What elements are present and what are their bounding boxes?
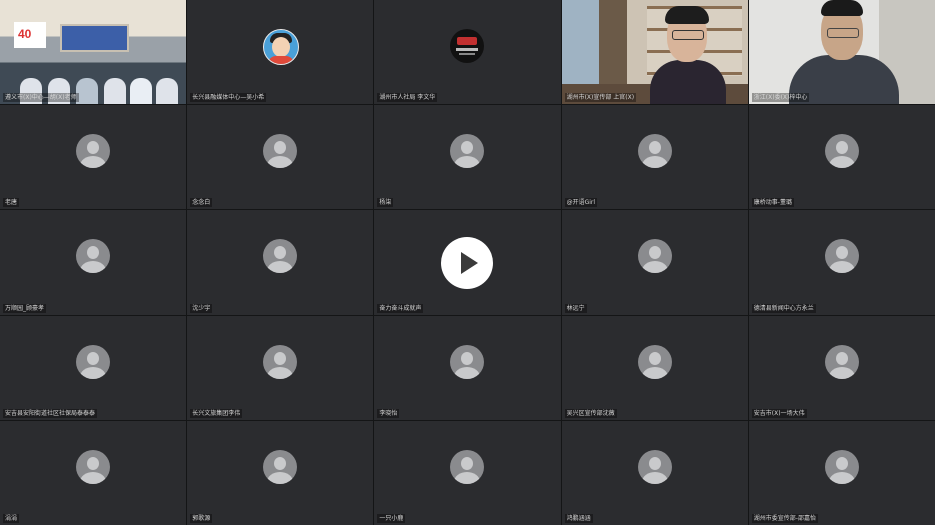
play-icon: [461, 252, 478, 274]
participant-tile[interactable]: 涓涓: [0, 420, 187, 525]
participant-name: 吴兴区宣传部沈薇: [564, 408, 617, 418]
participant-tile[interactable]: 李晓怡: [374, 315, 561, 420]
participant-video: [561, 0, 748, 105]
participant-name: 鸿鹏涵涵: [564, 513, 593, 523]
participant-name: 浙江(X)委(X)梓中心: [751, 93, 810, 103]
participant-tile[interactable]: 老唐: [0, 105, 187, 210]
participant-video: [748, 0, 935, 105]
user-placeholder-icon: [76, 134, 111, 169]
participant-name: 康桥动事-董璐: [751, 198, 794, 208]
user-placeholder-icon: [263, 239, 298, 274]
participant-tile[interactable]: 德清县新闻中心方永兰: [748, 210, 935, 315]
avatar: [263, 29, 300, 66]
participant-name: @开语Girl: [564, 198, 598, 208]
participant-name: 遵义市(X)中心—胡(X)老师: [3, 93, 79, 103]
participant-tile[interactable]: 安吉县安阳街道社区社保局泰泰泰: [0, 315, 187, 420]
participant-name: 沈少宇: [190, 303, 213, 313]
participant-name: 德清县新闻中心方永兰: [751, 303, 816, 313]
participant-name: 湖州市人社局 李文华: [377, 93, 438, 103]
participant-name: 湖州市(X)宣传部 上官(X): [564, 93, 637, 103]
participant-tile[interactable]: 安吉市(X)一场大伟: [748, 315, 935, 420]
participant-name: 一只小鹿: [377, 513, 406, 523]
user-placeholder-icon: [824, 344, 859, 379]
play-button[interactable]: [441, 237, 493, 289]
avatar: [450, 29, 485, 64]
user-placeholder-icon: [824, 239, 859, 274]
participant-tile[interactable]: @开语Girl: [561, 105, 748, 210]
participant-name: 林远宁: [564, 303, 587, 313]
participant-tile[interactable]: 湖州市人社局 李文华: [374, 0, 561, 105]
participant-tile[interactable]: 长兴县融媒体中心—吴小希: [187, 0, 374, 105]
participant-tile[interactable]: 林远宁: [561, 210, 748, 315]
user-placeholder-icon: [450, 344, 485, 379]
participant-name: 老唐: [3, 198, 20, 208]
user-placeholder-icon: [637, 134, 672, 169]
participant-tile[interactable]: 40 遵义市(X)中心—胡(X)老师: [0, 0, 187, 105]
participant-name: 长兴文旅集团李伟: [190, 408, 243, 418]
participant-name: 湖州市委宣传部-邵嘉怡: [751, 513, 818, 523]
participant-name: 万顺园_顾豪孝: [3, 303, 47, 313]
user-placeholder-icon: [637, 239, 672, 274]
user-placeholder-icon: [637, 344, 672, 379]
participant-name: 涓涓: [3, 513, 20, 523]
user-placeholder-icon: [450, 134, 485, 169]
participant-tile[interactable]: 湖州市(X)宣传部 上官(X): [561, 0, 748, 105]
participant-tile[interactable]: 湖州市委宣传部-邵嘉怡: [748, 420, 935, 525]
user-placeholder-icon: [263, 134, 298, 169]
participant-tile[interactable]: 长兴文旅集团李伟: [187, 315, 374, 420]
user-placeholder-icon: [263, 449, 298, 484]
user-placeholder-icon: [824, 449, 859, 484]
participant-name: 奋力奋斗成就声: [377, 303, 424, 313]
participant-name: 李晓怡: [377, 408, 400, 418]
participant-tile[interactable]: 郭歌源: [187, 420, 374, 525]
participant-tile[interactable]: 杨柒: [374, 105, 561, 210]
user-placeholder-icon: [824, 134, 859, 169]
participant-tile[interactable]: 康桥动事-董璐: [748, 105, 935, 210]
participant-tile[interactable]: 一只小鹿: [374, 420, 561, 525]
participant-tile[interactable]: 沈少宇: [187, 210, 374, 315]
participant-name: 安吉市(X)一场大伟: [751, 408, 807, 418]
user-placeholder-icon: [76, 344, 111, 379]
participant-tile[interactable]: 念念白: [187, 105, 374, 210]
participant-tile[interactable]: 万顺园_顾豪孝: [0, 210, 187, 315]
participant-video: 40: [0, 0, 187, 105]
participant-tile[interactable]: 吴兴区宣传部沈薇: [561, 315, 748, 420]
participant-name: 杨柒: [377, 198, 394, 208]
participant-tile[interactable]: 浙江(X)委(X)梓中心: [748, 0, 935, 105]
user-placeholder-icon: [76, 449, 111, 484]
participant-name: 安吉县安阳街道社区社保局泰泰泰: [3, 408, 98, 418]
user-placeholder-icon: [263, 344, 298, 379]
user-placeholder-icon: [450, 449, 485, 484]
participant-name: 长兴县融媒体中心—吴小希: [190, 93, 267, 103]
participant-tile[interactable]: 鸿鹏涵涵: [561, 420, 748, 525]
user-placeholder-icon: [76, 239, 111, 274]
participant-name: 念念白: [190, 198, 213, 208]
participant-name: 郭歌源: [190, 513, 213, 523]
user-placeholder-icon: [637, 449, 672, 484]
